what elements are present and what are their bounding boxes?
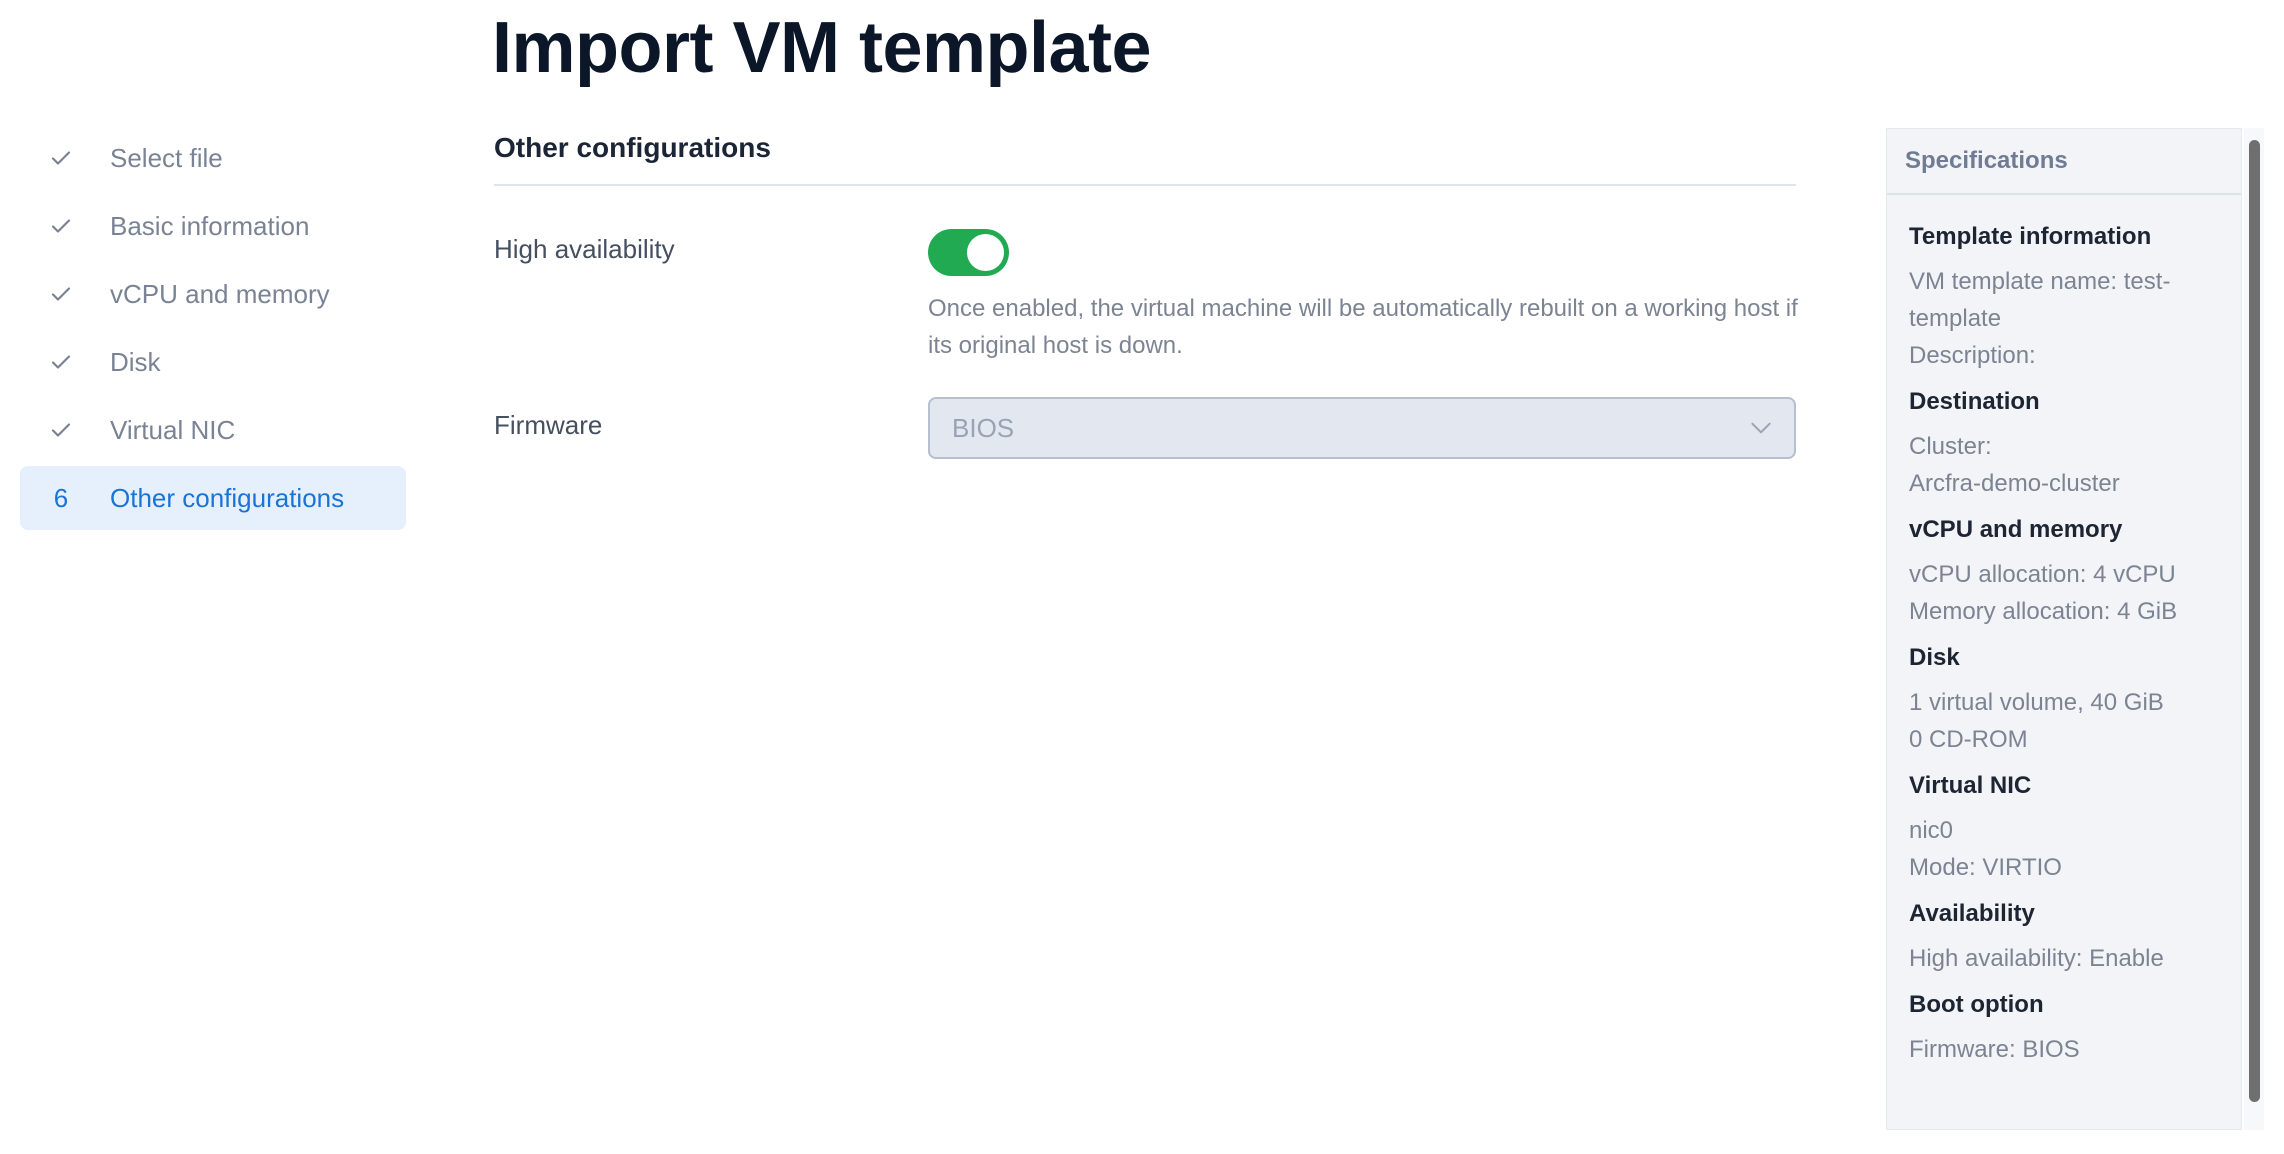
check-icon: [44, 214, 78, 238]
section-divider: [494, 184, 1796, 186]
spec-heading: vCPU and memory: [1909, 516, 2123, 543]
spec-template-name: VM template name: test-template: [1909, 268, 2171, 332]
spec-firmware: Firmware: BIOS: [1909, 1036, 2080, 1063]
high-availability-help: Once enabled, the virtual machine will b…: [928, 295, 1798, 359]
step-disk[interactable]: Disk: [20, 330, 406, 394]
step-label: Basic information: [110, 210, 310, 241]
spec-disk: Disk 1 virtual volume, 40 GiB 0 CD-ROM: [1909, 644, 2223, 758]
wizard-steps: Select file Basic information vCPU and m…: [20, 126, 406, 534]
check-icon: [44, 350, 78, 374]
section-title: Other configurations: [494, 132, 771, 163]
specifications-panel: Specifications Template information VM t…: [1886, 128, 2242, 1130]
spec-description: Description:: [1909, 342, 2036, 369]
firmware-label: Firmware: [494, 410, 603, 440]
spec-vcpu-and-memory: vCPU and memory vCPU allocation: 4 vCPU …: [1909, 516, 2223, 630]
spec-destination: Destination Cluster: Arcfra-demo-cluster: [1909, 388, 2223, 502]
spec-nic: nic0: [1909, 817, 1954, 844]
high-availability-label: High availability: [494, 234, 675, 264]
spec-cluster-value: Arcfra-demo-cluster: [1909, 470, 2120, 497]
check-icon: [44, 146, 78, 170]
spec-high-availability: High availability: Enable: [1909, 945, 2164, 972]
spec-volumes: 1 virtual volume, 40 GiB: [1909, 689, 2164, 716]
spec-template-information: Template information VM template name: t…: [1909, 223, 2223, 374]
spec-heading: Disk: [1909, 644, 1960, 671]
spec-vcpu: vCPU allocation: 4 vCPU: [1909, 561, 2176, 588]
spec-memory: Memory allocation: 4 GiB: [1909, 598, 2178, 625]
toggle-knob: [967, 234, 1004, 271]
step-select-file[interactable]: Select file: [20, 126, 406, 190]
spec-heading: Destination: [1909, 388, 2040, 415]
check-icon: [44, 418, 78, 442]
step-virtual-nic[interactable]: Virtual NIC: [20, 398, 406, 462]
spec-virtual-nic: Virtual NIC nic0 Mode: VIRTIO: [1909, 772, 2223, 886]
spec-heading: Virtual NIC: [1909, 772, 2032, 799]
high-availability-toggle[interactable]: [928, 229, 1009, 276]
step-other-configurations[interactable]: 6 Other configurations: [20, 466, 406, 530]
step-label: Disk: [110, 346, 161, 377]
spec-heading: Availability: [1909, 900, 2035, 927]
check-icon: [44, 282, 78, 306]
step-label: vCPU and memory: [110, 278, 330, 309]
spec-cluster-label: Cluster:: [1909, 433, 1992, 460]
spec-heading: Boot option: [1909, 991, 2044, 1018]
firmware-select[interactable]: BIOS: [928, 397, 1796, 459]
step-label: Virtual NIC: [110, 414, 236, 445]
step-number: 6: [53, 482, 69, 513]
step-label: Select file: [110, 142, 223, 173]
step-label: Other configurations: [110, 482, 345, 513]
specs-scrollbar-thumb[interactable]: [2249, 140, 2260, 1102]
spec-availability: Availability High availability: Enable: [1909, 900, 2223, 977]
firmware-value: BIOS: [952, 412, 1015, 443]
specifications-title: Specifications: [1887, 129, 2241, 195]
spec-boot-option: Boot option Firmware: BIOS: [1909, 991, 2223, 1068]
spec-nic-mode: Mode: VIRTIO: [1909, 854, 2062, 881]
step-basic-information[interactable]: Basic information: [20, 194, 406, 258]
page-title: Import VM template: [492, 8, 1152, 88]
step-vcpu-and-memory[interactable]: vCPU and memory: [20, 262, 406, 326]
chevron-down-icon: [1748, 415, 1774, 441]
spec-cdrom: 0 CD-ROM: [1909, 726, 2028, 753]
spec-heading: Template information: [1909, 223, 2152, 250]
